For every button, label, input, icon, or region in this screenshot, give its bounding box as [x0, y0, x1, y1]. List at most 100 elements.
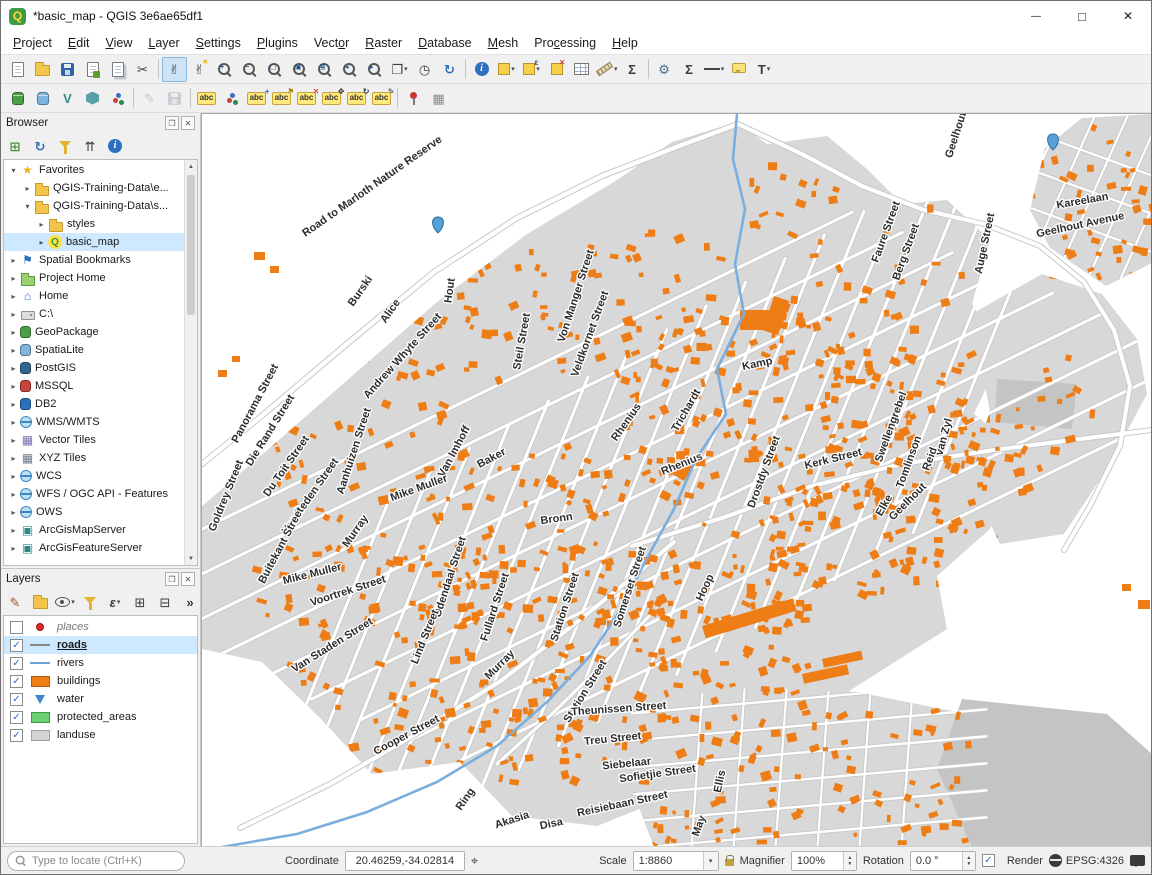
extents-toggle-icon[interactable] — [471, 854, 478, 867]
pan-to-selection-button[interactable]: ✌★ — [187, 57, 212, 82]
layer-row-protected_areas[interactable]: protected_areas — [4, 708, 197, 726]
menu-view[interactable]: View — [97, 33, 140, 53]
browser-close-button[interactable] — [181, 116, 195, 130]
layer-visibility-checkbox[interactable] — [10, 639, 23, 652]
expander-open-icon[interactable] — [7, 166, 20, 175]
temporal-controller-button[interactable]: ◷ — [412, 57, 437, 82]
new-spatialite-layer-button[interactable] — [30, 86, 55, 111]
layer-labeling-button[interactable] — [194, 86, 219, 111]
tree-item-db2[interactable]: DB2 — [4, 395, 197, 413]
open-project-button[interactable] — [30, 57, 55, 82]
zoom-to-layer-button[interactable]: ≣ — [312, 57, 337, 82]
pan-map-button[interactable]: ✌ — [162, 57, 187, 82]
rotation-spinbox[interactable]: 0.0 ° — [910, 851, 976, 871]
tree-item-spatial-bookmarks[interactable]: ⚑Spatial Bookmarks — [4, 251, 197, 269]
layer-diagram-button[interactable] — [219, 86, 244, 111]
menu-layer[interactable]: Layer — [140, 33, 187, 53]
label-rotate-button[interactable]: ↻ — [344, 86, 369, 111]
new-project-button[interactable] — [5, 57, 30, 82]
spinner-arrows-icon[interactable] — [962, 852, 975, 870]
layer-row-landuse[interactable]: landuse — [4, 726, 197, 744]
open-layer-styling-button[interactable]: ✎ — [4, 591, 26, 613]
decorations-button[interactable]: ▦ — [426, 86, 451, 111]
expander-closed-icon[interactable] — [7, 508, 20, 517]
add-group-button[interactable] — [29, 591, 51, 613]
refresh-map-button[interactable]: ↻ — [437, 57, 462, 82]
minimize-button[interactable] — [1013, 1, 1059, 31]
label-move-button[interactable]: ✥ — [319, 86, 344, 111]
scale-dropdown-icon[interactable] — [703, 852, 718, 870]
filter-by-expression-button[interactable]: ε — [104, 591, 126, 613]
tree-item-xyz-tiles[interactable]: ▦XYZ Tiles — [4, 449, 197, 467]
tree-item-arcgismapserver[interactable]: ▣ArcGisMapServer — [4, 521, 197, 539]
expander-closed-icon[interactable] — [7, 256, 20, 265]
expander-closed-icon[interactable] — [7, 472, 20, 481]
label-pin-button[interactable]: ⚑ — [269, 86, 294, 111]
menu-project[interactable]: Project — [5, 33, 60, 53]
layer-visibility-checkbox[interactable] — [10, 675, 23, 688]
select-features-button[interactable] — [494, 57, 519, 82]
layer-row-buildings[interactable]: buildings — [4, 672, 197, 690]
new-gpx-layer-button[interactable] — [105, 86, 130, 111]
annotation-marker-button[interactable] — [401, 86, 426, 111]
select-by-expression-button[interactable]: ε — [519, 57, 544, 82]
identify-features-button[interactable] — [469, 57, 494, 82]
menu-plugins[interactable]: Plugins — [249, 33, 306, 53]
lock-scale-icon[interactable] — [725, 855, 734, 866]
tree-item-wfs-ogc-api-features[interactable]: WFS / OGC API - Features — [4, 485, 197, 503]
spinner-arrows-icon[interactable] — [843, 852, 856, 870]
new-geopackage-layer-button[interactable] — [5, 86, 30, 111]
collapse-all-button[interactable]: ⇈ — [79, 135, 101, 157]
menu-vector[interactable]: Vector — [306, 33, 357, 53]
browser-scrollbar[interactable] — [184, 160, 197, 565]
zoom-next-button[interactable]: ▸ — [362, 57, 387, 82]
zoom-full-button[interactable]: ▢ — [262, 57, 287, 82]
zoom-last-button[interactable]: ◂ — [337, 57, 362, 82]
layers-close-button[interactable] — [181, 572, 195, 586]
tree-item-spatialite[interactable]: SpatiaLite — [4, 341, 197, 359]
expander-closed-icon[interactable] — [7, 400, 20, 409]
expander-closed-icon[interactable] — [7, 328, 20, 337]
locate-search[interactable]: Type to locate (Ctrl+K) — [7, 851, 185, 871]
tree-item-vector-tiles[interactable]: ▦Vector Tiles — [4, 431, 197, 449]
magnifier-spinbox[interactable]: 100% — [791, 851, 857, 871]
expander-closed-icon[interactable] — [7, 310, 20, 319]
processing-toolbox-button[interactable]: ⚙ — [652, 57, 677, 82]
layers-toolbar-overflow-button[interactable]: » — [179, 591, 201, 613]
new-map-view-button[interactable]: ❐ — [387, 57, 412, 82]
layer-visibility-checkbox[interactable] — [10, 711, 23, 724]
statistical-summary-button[interactable]: Σ — [620, 57, 645, 82]
tree-item-home[interactable]: ⌂Home — [4, 287, 197, 305]
tree-item-ows[interactable]: OWS — [4, 503, 197, 521]
labeling-single-button[interactable]: + — [244, 86, 269, 111]
save-project-button[interactable] — [55, 57, 80, 82]
expander-closed-icon[interactable] — [7, 436, 20, 445]
filter-browser-button[interactable] — [54, 135, 76, 157]
expander-closed-icon[interactable] — [7, 454, 20, 463]
toggle-editing-button[interactable]: ✎ — [137, 86, 162, 111]
tree-item-geopackage[interactable]: GeoPackage — [4, 323, 197, 341]
browser-float-button[interactable] — [165, 116, 179, 130]
layer-visibility-checkbox[interactable] — [10, 693, 23, 706]
layer-row-places[interactable]: places — [4, 618, 197, 636]
layer-row-rivers[interactable]: rivers — [4, 654, 197, 672]
map-tips-button[interactable] — [727, 57, 752, 82]
style-manager-button[interactable]: ✂ — [130, 57, 155, 82]
layer-row-water[interactable]: water — [4, 690, 197, 708]
expander-closed-icon[interactable] — [21, 184, 34, 193]
expander-closed-icon[interactable] — [35, 238, 48, 247]
manage-map-themes-button[interactable] — [54, 591, 76, 613]
tree-item-project-home[interactable]: Project Home — [4, 269, 197, 287]
scale-combo[interactable]: 1:8860 — [633, 851, 719, 871]
tree-item-favorites[interactable]: ★Favorites — [4, 161, 197, 179]
layers-float-button[interactable] — [165, 572, 179, 586]
show-layout-manager-button[interactable] — [105, 57, 130, 82]
crs-button[interactable]: EPSG:4326 — [1049, 854, 1124, 867]
expander-closed-icon[interactable] — [7, 292, 20, 301]
label-unplaced-button[interactable]: ✕ — [294, 86, 319, 111]
menu-help[interactable]: Help — [604, 33, 646, 53]
annotation-line-button[interactable] — [702, 57, 727, 82]
maximize-button[interactable] — [1059, 1, 1105, 31]
statistics-panel-button[interactable]: Σ — [677, 57, 702, 82]
menu-processing[interactable]: Processing — [526, 33, 604, 53]
